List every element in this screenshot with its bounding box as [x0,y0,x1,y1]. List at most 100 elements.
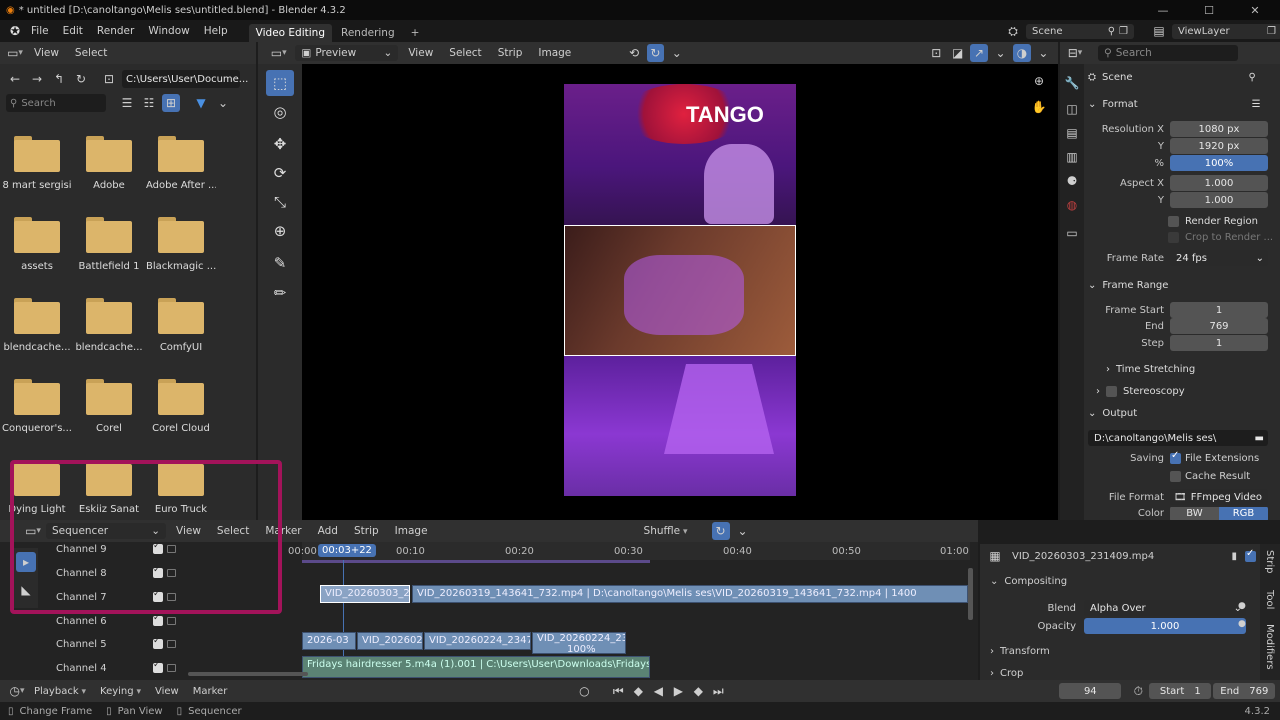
menu-image[interactable]: Image [389,523,434,539]
video-strip-selected[interactable]: VID_20260303_2 [320,585,410,603]
display-mode-icon[interactable]: ⊡ [928,44,945,62]
menu-view[interactable]: View [28,45,65,61]
output-path-field[interactable]: D:\canoltango\Melis ses\ ▬ [1088,430,1268,446]
aspect-y-field[interactable]: 1.000 [1170,192,1268,208]
forward-arrow-icon[interactable]: → [28,70,46,88]
file-extensions-checkbox[interactable] [1170,450,1181,464]
close-button[interactable]: ✕ [1232,0,1278,20]
folder-item[interactable]: blendcache... [2,298,72,353]
editor-type-icon[interactable]: ▭ [270,44,287,62]
strip-color-icon[interactable]: ▮ [1231,551,1237,562]
hand-pan-icon[interactable]: ✋ [1030,98,1048,116]
folder-item[interactable]: Battlefield 1 [74,217,144,272]
thumbnails-icon[interactable]: ⊞ [162,94,180,112]
video-strip[interactable]: VID_20260319_143641_732.mp4 | D:\canolta… [412,585,968,603]
mute-checkbox[interactable] [153,660,163,673]
list-horizontal-icon[interactable]: ☷ [140,94,158,112]
folder-item[interactable]: Corel [74,379,144,434]
current-frame-field[interactable]: 94 [1059,683,1122,699]
transform-header[interactable]: › Transform [990,646,1050,657]
jump-start-icon[interactable]: ⏮ [609,682,627,700]
keyframe-dot-icon[interactable]: ● [1238,601,1246,611]
tool-tab-icon[interactable]: 🔧 [1063,74,1081,92]
gizmo-icon[interactable]: ↗ [970,44,988,62]
crop-header[interactable]: › Crop [990,667,1023,679]
parent-dir-icon[interactable]: ↰ [50,70,68,88]
horizontal-scrollbar[interactable] [188,672,308,676]
refresh-icon[interactable]: ↻ [72,70,90,88]
menu-edit[interactable]: Edit [56,25,90,37]
move-tool-icon[interactable]: ✥ [266,131,294,157]
video-strip[interactable]: VID_20260224_23 100% [532,632,626,654]
menu-strip[interactable]: Strip [348,523,385,539]
menu-view[interactable]: View [149,684,185,699]
tab-rendering[interactable]: Rendering [334,24,402,42]
stopwatch-icon[interactable]: ⏱ [1129,682,1147,700]
timeline-editor-icon[interactable]: ◷ [8,682,26,700]
folder-item[interactable]: Adobe After ... [146,136,216,191]
audio-strip[interactable]: Fridays hairdresser 5.m4a (1).001 | C:\U… [302,656,650,678]
menu-file[interactable]: File [24,25,56,37]
menu-select[interactable]: Select [443,45,487,61]
color-rgb-button[interactable]: RGB [1219,507,1268,520]
tab-video-editing[interactable]: Video Editing [248,24,332,42]
folder-item[interactable]: Conqueror's... [2,379,72,434]
copy-icon[interactable]: ❐ [1119,26,1128,37]
format-section-header[interactable]: ⌄ Format ☰ [1088,95,1261,113]
menu-window[interactable]: Window [141,25,196,37]
shuffle-dropdown[interactable]: Shuffle [638,523,694,539]
stereoscopy-checkbox[interactable] [1106,385,1117,397]
folder-item[interactable]: ComfyUI [146,298,216,353]
prev-keyframe-icon[interactable]: ◆ [629,682,647,700]
collection-tab-icon[interactable]: ▭ [1063,224,1081,242]
end-frame-field[interactable]: End 769 [1213,683,1276,699]
menu-keying[interactable]: Keying [94,684,147,699]
resolution-percent-field[interactable]: 100% [1170,155,1268,171]
render-tab-icon[interactable]: ◫ [1063,100,1081,118]
menu-strip[interactable]: Strip [492,45,529,61]
output-section-header[interactable]: ⌄ Output [1088,404,1137,422]
pin-icon[interactable]: ⚲ [1249,72,1256,83]
play-icon[interactable]: ▶ [669,682,687,700]
time-stretching-header[interactable]: › Time Stretching [1106,360,1195,378]
folder-item[interactable]: assets [2,217,72,272]
jump-end-icon[interactable]: ⏭ [709,682,727,700]
tab-tool[interactable]: Tool [1264,590,1275,609]
chevron-down-icon[interactable]: ⌄ [734,522,752,540]
start-frame-field[interactable]: Start 1 [1149,683,1212,699]
scene-selector[interactable]: ⛭ Scene ⚲ ❐ [1004,22,1134,40]
filter-icon[interactable]: ▼ [192,94,210,112]
search-input[interactable]: ⚲ Search [6,94,106,112]
new-folder-icon[interactable]: ⊡ [100,70,118,88]
output-tab-icon[interactable]: ▤ [1063,124,1081,142]
lock-icon[interactable] [167,617,176,625]
editor-type-icon[interactable]: ⊟ [1066,44,1084,62]
tab-strip[interactable]: Strip [1264,550,1275,574]
snap-icon[interactable]: ↻ [711,522,730,540]
play-reverse-icon[interactable]: ◀ [649,682,667,700]
menu-render[interactable]: Render [90,25,141,37]
list-vertical-icon[interactable]: ☰ [118,94,136,112]
keyframe-dot-icon[interactable]: ● [1238,619,1246,629]
resolution-x-field[interactable]: 1080 px [1170,121,1268,137]
folder-item[interactable]: Adobe [74,136,144,191]
chevron-down-icon[interactable]: ⌄ [214,94,232,112]
overlay-icon[interactable]: ◑ [1013,44,1031,62]
vertical-scrollbar[interactable] [968,568,973,620]
menu-marker[interactable]: Marker [187,684,234,699]
blend-dropdown[interactable]: Alpha Over ⌄ [1084,600,1246,616]
folder-item[interactable]: blendcache... [74,298,144,353]
chevron-down-icon[interactable]: ⌄ [668,44,685,62]
aspect-x-field[interactable]: 1.000 [1170,175,1268,191]
snap-icon[interactable]: ↻ [646,44,665,62]
lock-icon[interactable] [167,640,176,648]
stereoscopy-header[interactable]: › Stereoscopy [1096,382,1185,400]
menu-view[interactable]: View [402,45,439,61]
cursor-tool-icon[interactable]: ◎ [266,99,294,125]
maximize-button[interactable]: ☐ [1186,0,1232,20]
scale-tool-icon[interactable]: ⤡ [266,189,294,215]
record-icon[interactable]: ○ [575,682,593,700]
list-icon[interactable]: ☰ [1252,99,1261,110]
folder-item[interactable]: Corel Cloud [146,379,216,434]
select-box-tool-icon[interactable]: ⬚ [266,70,294,96]
